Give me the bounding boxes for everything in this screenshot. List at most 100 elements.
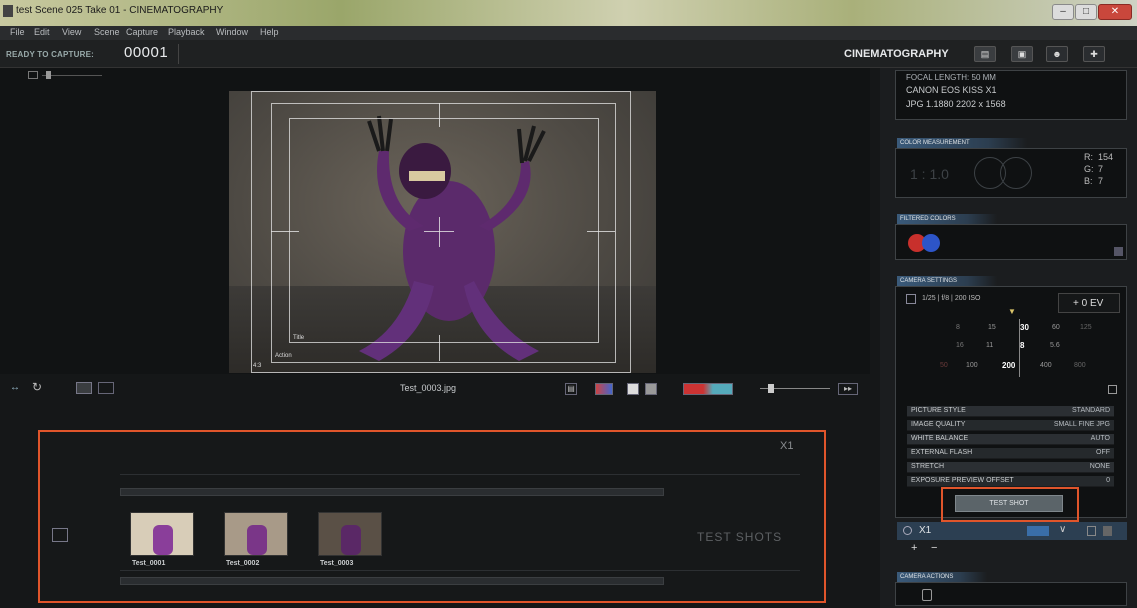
aperture-tick: 11 xyxy=(986,342,994,349)
menu-file[interactable]: File xyxy=(10,27,25,37)
setting-value: STANDARD xyxy=(1072,407,1110,414)
expand-icon[interactable] xyxy=(1114,247,1123,256)
b-label: B: xyxy=(1084,176,1093,186)
iso-scale[interactable]: 50 100 200 400 800 xyxy=(940,359,1100,375)
thumbnail-test-0003[interactable] xyxy=(318,512,382,556)
person-icon[interactable]: ☻ xyxy=(1046,46,1068,62)
aperture-scale[interactable]: 16 11 8 5.6 xyxy=(940,339,1100,355)
camera-status-icon xyxy=(903,526,912,535)
divider xyxy=(120,474,800,475)
split-right-icon[interactable] xyxy=(645,383,657,395)
color-compare-icon[interactable] xyxy=(595,383,613,395)
section-label: TEST SHOTS xyxy=(697,530,783,544)
monitor-icon[interactable]: ▤ xyxy=(974,46,996,62)
add-folder-icon[interactable] xyxy=(52,528,68,542)
opacity-slider-handle[interactable] xyxy=(768,384,774,393)
split-left-icon[interactable] xyxy=(627,383,639,395)
close-icon[interactable]: ✕ xyxy=(1098,4,1132,20)
arrows-icon[interactable]: ✚ xyxy=(1083,46,1105,62)
menu-edit[interactable]: Edit xyxy=(34,27,50,37)
section-tab-color: COLOR MEASUREMENT xyxy=(897,138,1027,148)
minimize-icon[interactable]: – xyxy=(1052,4,1074,20)
fit-icon[interactable]: ▸▸ xyxy=(838,383,858,395)
shutter-tick: 8 xyxy=(956,324,960,331)
live-image[interactable]: Title Action 4:3 xyxy=(229,91,656,373)
setting-picture-style[interactable]: PICTURE STYLE STANDARD xyxy=(907,406,1114,417)
ev-value: + 0 EV xyxy=(1073,298,1104,309)
app-icon xyxy=(3,5,13,17)
g-label: G: xyxy=(1084,164,1094,174)
menu-playback[interactable]: Playback xyxy=(168,27,205,37)
bottom-scrollbar[interactable] xyxy=(120,577,664,585)
camera-model: CANON EOS KISS X1 xyxy=(906,85,997,95)
setting-stretch[interactable]: STRETCH NONE xyxy=(907,462,1114,473)
iso-tick-selected: 200 xyxy=(1002,361,1016,370)
maximize-icon[interactable]: □ xyxy=(1075,4,1097,20)
camera-row[interactable]: X1 ∨ xyxy=(897,522,1127,540)
lock-icon[interactable] xyxy=(1108,385,1117,394)
rotate-icon[interactable]: ↻ xyxy=(32,380,42,394)
camera-icon[interactable]: ▣ xyxy=(1011,46,1033,62)
setting-image-quality[interactable]: IMAGE QUALITY SMALL FINE JPG xyxy=(907,420,1114,431)
shot-number: 00001 xyxy=(124,44,169,61)
window-title: test Scene 025 Take 01 - CINEMATOGRAPHY xyxy=(16,5,224,16)
add-camera-button[interactable]: + xyxy=(911,542,917,554)
menu-window[interactable]: Window xyxy=(216,27,248,37)
setting-white-balance[interactable]: WHITE BALANCE AUTO xyxy=(907,434,1114,445)
top-scrollbar[interactable] xyxy=(120,488,664,496)
capture-icon[interactable] xyxy=(922,589,932,601)
shutter-scale[interactable]: 8 15 30 60 125 xyxy=(940,321,1100,337)
zoom-slider-handle[interactable] xyxy=(46,71,51,79)
shutter-tick: 60 xyxy=(1052,324,1060,331)
image-format: JPG 1.1880 2202 x 1568 xyxy=(906,99,1006,109)
zoom-slider[interactable] xyxy=(42,75,102,76)
color-circle-right xyxy=(1000,157,1032,189)
camera-mode-icon[interactable] xyxy=(906,294,916,304)
test-shots-panel: X1 Test_0001 Test_0002 Test_0003 TEST SH… xyxy=(38,430,826,603)
capture-viewer: Title Action 4:3 xyxy=(0,68,870,374)
b-value: 7 xyxy=(1098,176,1104,186)
blue-swatch[interactable] xyxy=(922,234,940,252)
setting-external-flash[interactable]: EXTERNAL FLASH OFF xyxy=(907,448,1114,459)
battery-icon xyxy=(1027,526,1049,536)
thumb-figure xyxy=(247,525,267,555)
zoom-icon[interactable] xyxy=(28,71,38,79)
highlight-box xyxy=(941,487,1079,522)
menu-help[interactable]: Help xyxy=(260,27,279,37)
thumbnail-test-0002[interactable] xyxy=(224,512,288,556)
aperture-tick: 5.6 xyxy=(1050,342,1060,349)
shutter-tick: 15 xyxy=(988,324,996,331)
divider xyxy=(178,44,179,64)
ev-display[interactable]: + 0 EV xyxy=(1058,293,1120,313)
v-icon[interactable]: ∨ xyxy=(1059,524,1066,535)
divider xyxy=(120,570,800,571)
setting-exposure-preview-offset[interactable]: EXPOSURE PREVIEW OFFSET 0 xyxy=(907,476,1114,487)
section-tab-settings: CAMERA SETTINGS xyxy=(897,276,997,286)
thumbnail-caption: Test_0003 xyxy=(320,560,354,567)
overlay-toggle-icon[interactable]: ▤ xyxy=(565,383,577,395)
camera-row-label: X1 xyxy=(919,525,932,536)
setting-label: PICTURE STYLE xyxy=(911,407,966,414)
mode-title: CINEMATOGRAPHY xyxy=(844,48,949,60)
iso-tick: 400 xyxy=(1040,362,1052,369)
thumbnail-caption: Test_0001 xyxy=(132,560,166,567)
card-icon xyxy=(1087,526,1096,536)
menu-scene[interactable]: Scene xyxy=(94,27,120,37)
menu-view[interactable]: View xyxy=(62,27,81,37)
settings-small-icon[interactable] xyxy=(1103,526,1112,536)
tick-right xyxy=(587,231,615,232)
flip-icon[interactable]: ↔ xyxy=(10,382,20,393)
capture-actions-box xyxy=(895,582,1127,606)
viewer-controls: ↔ ↻ Test_0003.jpg ▤ ▸▸ xyxy=(0,378,870,400)
aperture-tick-selected: 8 xyxy=(1020,341,1025,350)
setting-label: EXPOSURE PREVIEW OFFSET xyxy=(911,477,1014,484)
menu-capture[interactable]: Capture xyxy=(126,27,158,37)
grid-view-icon[interactable] xyxy=(98,382,114,394)
camera-info-box: FOCAL LENGTH: 50 MM CANON EOS KISS X1 JP… xyxy=(895,70,1127,120)
menu-bar: File Edit View Scene Capture Playback Wi… xyxy=(0,26,1137,40)
camera-label: X1 xyxy=(780,440,794,452)
thumbnail-test-0001[interactable] xyxy=(130,512,194,556)
onion-skin-bar[interactable] xyxy=(683,383,733,395)
remove-camera-button[interactable]: − xyxy=(931,542,937,554)
single-view-icon[interactable] xyxy=(76,382,92,394)
